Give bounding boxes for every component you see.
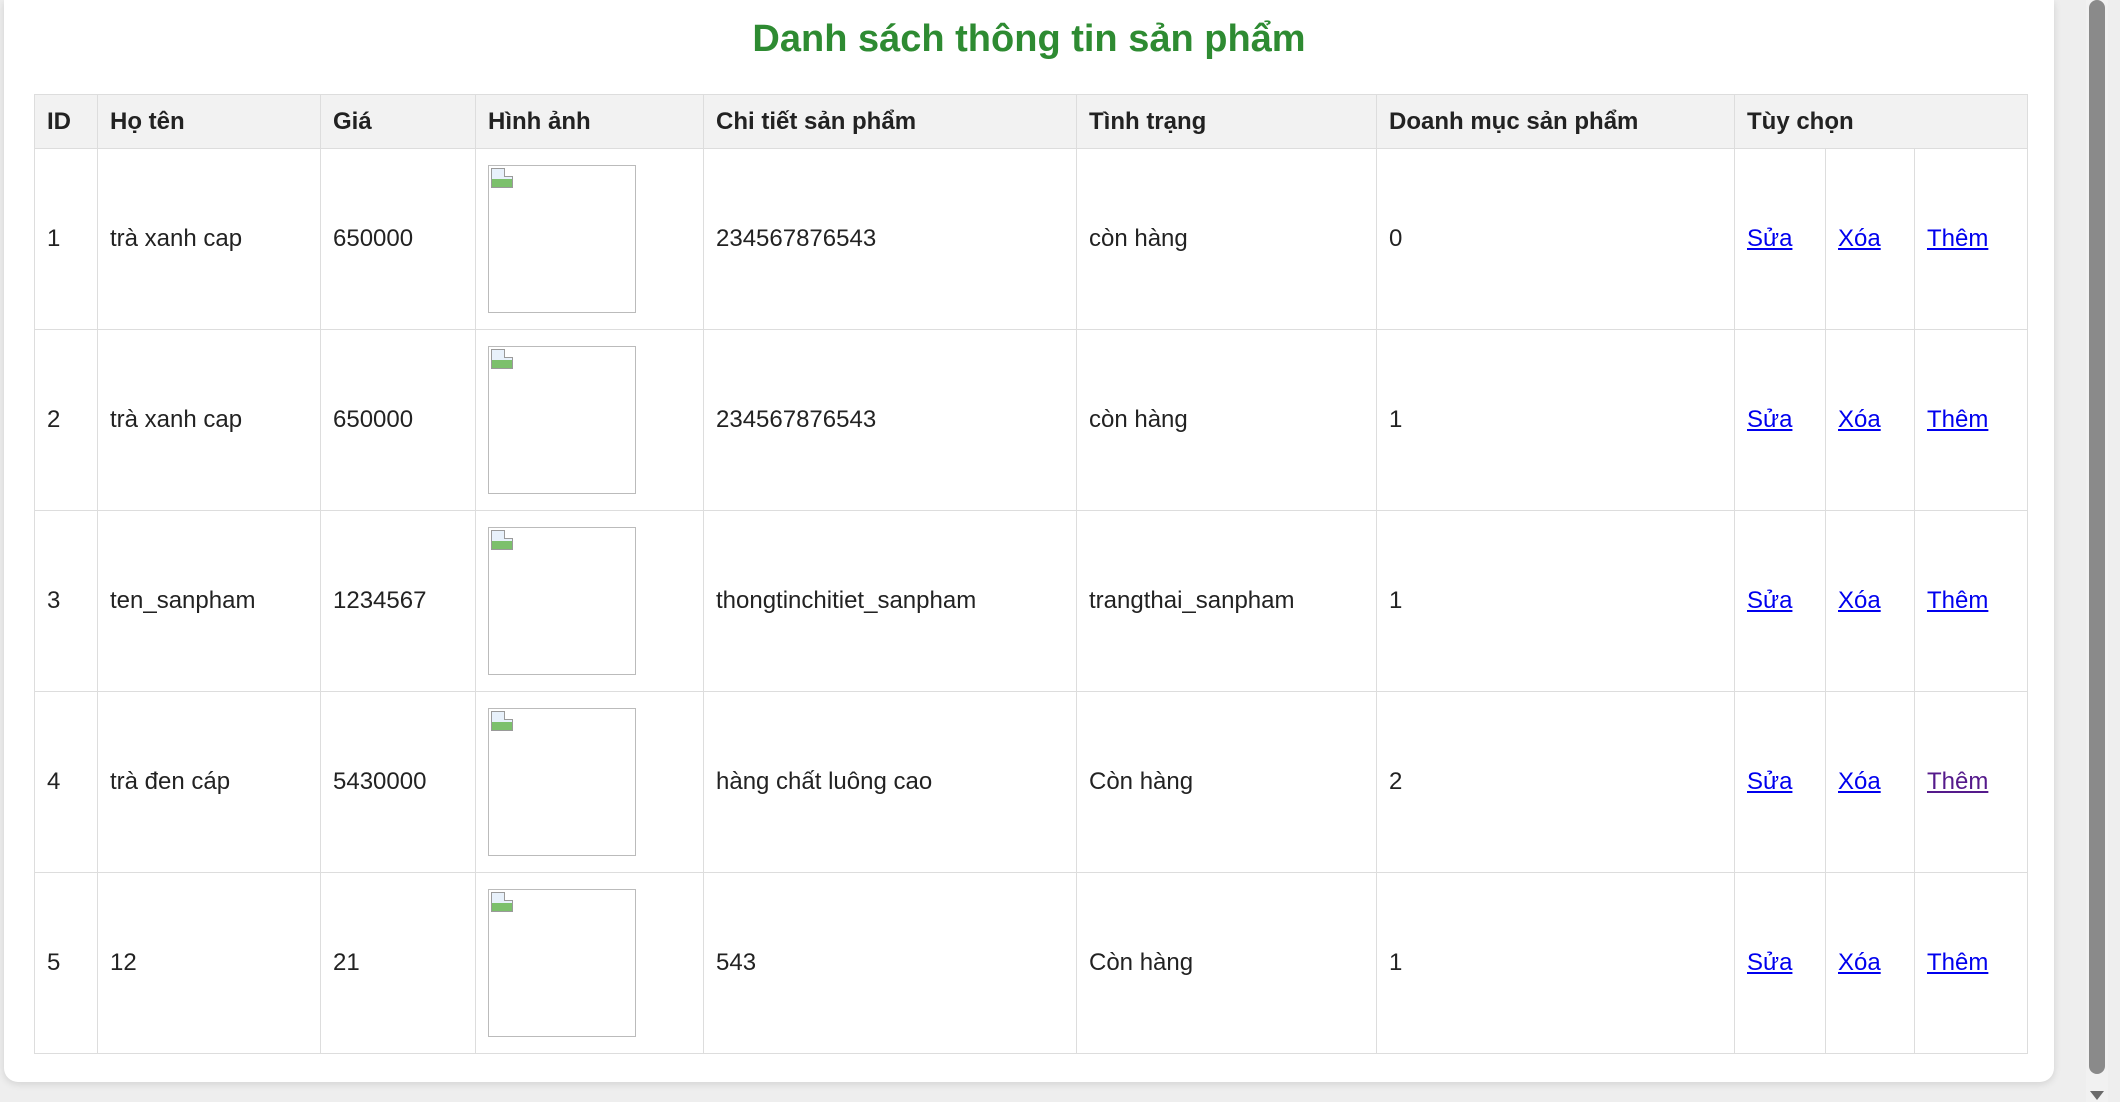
header-name: Họ tên (97, 94, 321, 149)
broken-image-icon (491, 530, 513, 550)
header-options: Tùy chọn (1734, 94, 2028, 149)
cell-image (475, 691, 704, 873)
cell-add: Thêm (1914, 148, 2028, 330)
header-category: Doanh mục sản phẩm (1376, 94, 1735, 149)
add-link[interactable]: Thêm (1927, 768, 1988, 795)
product-image (488, 889, 636, 1037)
table-header-row: ID Họ tên Giá Hình ảnh Chi tiết sản phẩm… (34, 94, 2028, 149)
product-image (488, 708, 636, 856)
cell-image (475, 510, 704, 692)
header-detail: Chi tiết sản phẩm (703, 94, 1077, 149)
cell-edit: Sửa (1734, 329, 1826, 511)
cell-edit: Sửa (1734, 510, 1826, 692)
cell-status: còn hàng (1076, 148, 1377, 330)
cell-image (475, 148, 704, 330)
cell-add: Thêm (1914, 329, 2028, 511)
edit-link[interactable]: Sửa (1747, 949, 1792, 976)
cell-price: 1234567 (320, 510, 476, 692)
cell-id: 2 (34, 329, 98, 511)
delete-link[interactable]: Xóa (1838, 949, 1881, 976)
cell-name: trà đen cáp (97, 691, 321, 873)
cell-status: còn hàng (1076, 329, 1377, 511)
delete-link[interactable]: Xóa (1838, 225, 1881, 252)
scrollbar-thumb[interactable] (2089, 0, 2105, 1074)
header-status: Tình trạng (1076, 94, 1377, 149)
header-id: ID (34, 94, 98, 149)
add-link[interactable]: Thêm (1927, 406, 1988, 433)
cell-id: 3 (34, 510, 98, 692)
page-title: Danh sách thông tin sản phẩm (752, 18, 1306, 60)
cell-add: Thêm (1914, 510, 2028, 692)
product-table: ID Họ tên Giá Hình ảnh Chi tiết sản phẩm… (34, 94, 2028, 1054)
vertical-scrollbar[interactable] (2086, 0, 2108, 1102)
add-link[interactable]: Thêm (1927, 225, 1988, 252)
cell-delete: Xóa (1825, 691, 1915, 873)
header-image: Hình ảnh (475, 94, 704, 149)
cell-detail: 234567876543 (703, 329, 1077, 511)
header-price: Giá (320, 94, 476, 149)
table-row: 3 ten_sanpham 1234567 thongtinchitiet_sa… (34, 510, 2028, 692)
table-row: 5 12 21 543 Còn hàng 1 Sửa Xóa Thêm (34, 872, 2028, 1054)
cell-edit: Sửa (1734, 148, 1826, 330)
cell-category: 1 (1376, 510, 1735, 692)
cell-category: 1 (1376, 329, 1735, 511)
cell-id: 4 (34, 691, 98, 873)
add-link[interactable]: Thêm (1927, 949, 1988, 976)
cell-add: Thêm (1914, 872, 2028, 1054)
broken-image-icon (491, 892, 513, 912)
cell-price: 650000 (320, 329, 476, 511)
delete-link[interactable]: Xóa (1838, 406, 1881, 433)
cell-edit: Sửa (1734, 872, 1826, 1054)
edit-link[interactable]: Sửa (1747, 587, 1792, 614)
cell-image (475, 329, 704, 511)
cell-name: trà xanh cap (97, 329, 321, 511)
cell-detail: 543 (703, 872, 1077, 1054)
product-image (488, 165, 636, 313)
table-row: 4 trà đen cáp 5430000 hàng chất luông ca… (34, 691, 2028, 873)
cell-price: 5430000 (320, 691, 476, 873)
cell-detail: thongtinchitiet_sanpham (703, 510, 1077, 692)
cell-delete: Xóa (1825, 329, 1915, 511)
product-image (488, 527, 636, 675)
cell-status: trangthai_sanpham (1076, 510, 1377, 692)
product-image (488, 346, 636, 494)
cell-name: trà xanh cap (97, 148, 321, 330)
broken-image-icon (491, 711, 513, 731)
table-row: 1 trà xanh cap 650000 234567876543 còn h… (34, 148, 2028, 330)
cell-category: 2 (1376, 691, 1735, 873)
cell-delete: Xóa (1825, 148, 1915, 330)
delete-link[interactable]: Xóa (1838, 768, 1881, 795)
add-link[interactable]: Thêm (1927, 587, 1988, 614)
product-list-card: Danh sách thông tin sản phẩm ID Họ tên G… (4, 0, 2054, 1082)
cell-category: 1 (1376, 872, 1735, 1054)
cell-category: 0 (1376, 148, 1735, 330)
edit-link[interactable]: Sửa (1747, 406, 1792, 433)
cell-status: Còn hàng (1076, 691, 1377, 873)
delete-link[interactable]: Xóa (1838, 587, 1881, 614)
cell-image (475, 872, 704, 1054)
cell-id: 5 (34, 872, 98, 1054)
table-row: 2 trà xanh cap 650000 234567876543 còn h… (34, 329, 2028, 511)
broken-image-icon (491, 168, 513, 188)
edit-link[interactable]: Sửa (1747, 768, 1792, 795)
cell-id: 1 (34, 148, 98, 330)
cell-add: Thêm (1914, 691, 2028, 873)
cell-price: 650000 (320, 148, 476, 330)
scroll-down-arrow-icon[interactable] (2090, 1091, 2104, 1100)
cell-edit: Sửa (1734, 691, 1826, 873)
cell-detail: 234567876543 (703, 148, 1077, 330)
cell-price: 21 (320, 872, 476, 1054)
cell-delete: Xóa (1825, 510, 1915, 692)
edit-link[interactable]: Sửa (1747, 225, 1792, 252)
cell-name: ten_sanpham (97, 510, 321, 692)
cell-name: 12 (97, 872, 321, 1054)
cell-status: Còn hàng (1076, 872, 1377, 1054)
cell-delete: Xóa (1825, 872, 1915, 1054)
cell-detail: hàng chất luông cao (703, 691, 1077, 873)
browser-viewport: Danh sách thông tin sản phẩm ID Họ tên G… (0, 0, 2120, 1102)
broken-image-icon (491, 349, 513, 369)
